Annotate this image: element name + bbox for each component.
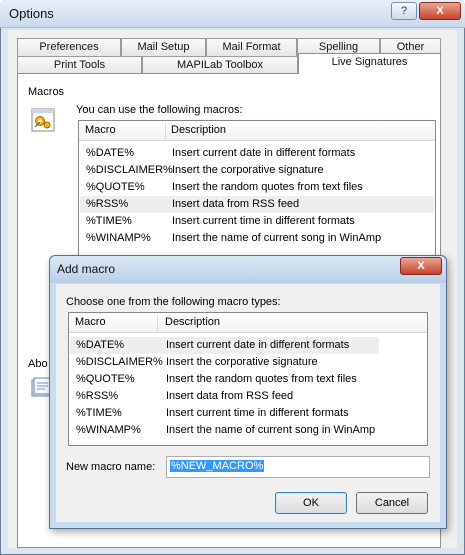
close-button[interactable]: X — [419, 2, 461, 20]
cancel-button[interactable]: Cancel — [356, 492, 428, 514]
help-button[interactable]: ? — [391, 2, 417, 20]
macro-description: Insert the random quotes from text files — [172, 181, 363, 193]
list-item[interactable]: %QUOTE% Insert the random quotes from tex… — [80, 179, 434, 196]
macro-name: %QUOTE% — [86, 181, 145, 193]
macro-name: %DATE% — [76, 339, 125, 351]
list-item[interactable]: %DISCLAIMER% Insert the corporative signa… — [80, 162, 434, 179]
macro-types-header: Macro Description — [69, 313, 427, 333]
new-macro-name-label: New macro name: — [66, 461, 156, 473]
macro-name: %DATE% — [86, 147, 135, 159]
macro-description: Insert the name of current song in WinAm… — [172, 232, 382, 244]
col-description[interactable]: Description — [171, 124, 226, 136]
list-item[interactable]: %QUOTE% Insert the random quotes from tex… — [70, 371, 426, 388]
macro-description: Insert current date in different formats — [166, 339, 350, 351]
macro-gear-icon — [31, 108, 55, 132]
col-description[interactable]: Description — [165, 316, 220, 328]
macro-types-list[interactable]: Macro Description %DATE% Insert current d… — [68, 312, 428, 446]
list-item[interactable]: %WINAMP% Insert the name of current song … — [80, 230, 434, 247]
macros-list-header: Macro Description — [79, 121, 435, 141]
macros-list[interactable]: Macro Description %DATE% Insert current d… — [78, 120, 436, 260]
dialog-client: Choose one from the following macro type… — [56, 284, 440, 522]
macro-name: %DISCLAIMER% — [86, 164, 173, 176]
col-divider[interactable] — [165, 123, 166, 139]
list-item[interactable]: %TIME% Insert current time in different f… — [70, 405, 426, 422]
dialog-title: Add macro — [57, 262, 116, 276]
dialog-intro: Choose one from the following macro type… — [66, 296, 281, 308]
ok-button[interactable]: OK — [275, 492, 347, 514]
list-item[interactable]: %DATE% Insert current date in different f… — [80, 145, 434, 162]
new-macro-name-input[interactable]: %NEW_MACRO% — [166, 456, 430, 478]
col-macro[interactable]: Macro — [85, 124, 116, 136]
macro-name: %WINAMP% — [86, 232, 151, 244]
about-group-label: Abo — [28, 358, 48, 370]
macro-description: Insert the corporative signature — [166, 356, 318, 368]
macro-name: %RSS% — [86, 198, 129, 210]
macro-description: Insert data from RSS feed — [166, 390, 294, 402]
list-item[interactable]: %WINAMP% Insert the name of current song … — [70, 422, 426, 439]
macro-name: %DISCLAIMER% — [76, 356, 163, 368]
macro-name: %QUOTE% — [76, 373, 135, 385]
macros-group-label: Macros — [28, 86, 65, 98]
new-macro-name-value: %NEW_MACRO% — [170, 460, 265, 472]
macro-description: Insert the corporative signature — [172, 164, 324, 176]
macro-description: Insert the random quotes from text files — [166, 373, 357, 385]
col-divider[interactable] — [157, 315, 158, 331]
macro-description: Insert current time in different formats — [166, 407, 349, 419]
tab-live-signatures[interactable]: Live Signatures — [298, 53, 441, 74]
macros-intro: You can use the following macros: — [76, 104, 243, 116]
macro-name: %TIME% — [76, 407, 122, 419]
tab-print-tools[interactable]: Print Tools — [17, 56, 142, 74]
col-macro[interactable]: Macro — [75, 316, 106, 328]
macro-description: Insert current time in different formats — [172, 215, 355, 227]
macro-name: %TIME% — [86, 215, 132, 227]
tab-mail-format[interactable]: Mail Format — [206, 38, 297, 56]
tab-mapilab-toolbox[interactable]: MAPILab Toolbox — [142, 56, 298, 74]
tab-preferences[interactable]: Preferences — [17, 38, 121, 56]
macro-name: %RSS% — [76, 390, 119, 402]
options-titlebar: Options ? X — [0, 0, 465, 28]
tab-mail-setup[interactable]: Mail Setup — [121, 38, 206, 56]
list-item-selected[interactable]: %DATE% Insert current date in different f… — [70, 337, 379, 354]
window-title: Options — [9, 6, 54, 21]
list-item[interactable]: %DISCLAIMER% Insert the corporative signa… — [70, 354, 426, 371]
macro-description: Insert current date in different formats — [172, 147, 356, 159]
macro-description: Insert data from RSS feed — [172, 198, 300, 210]
add-macro-dialog: Add macro X Choose one from the followin… — [49, 255, 447, 529]
list-item[interactable]: %TIME% Insert current time in different f… — [80, 213, 434, 230]
list-item-selected[interactable]: %RSS% Insert data from RSS feed — [80, 196, 434, 213]
list-item[interactable]: %RSS% Insert data from RSS feed — [70, 388, 426, 405]
macro-name: %WINAMP% — [76, 424, 141, 436]
dialog-titlebar: Add macro X — [50, 256, 446, 283]
dialog-close-button[interactable]: X — [400, 257, 442, 275]
macro-description: Insert the name of current song in WinAm… — [166, 424, 376, 436]
